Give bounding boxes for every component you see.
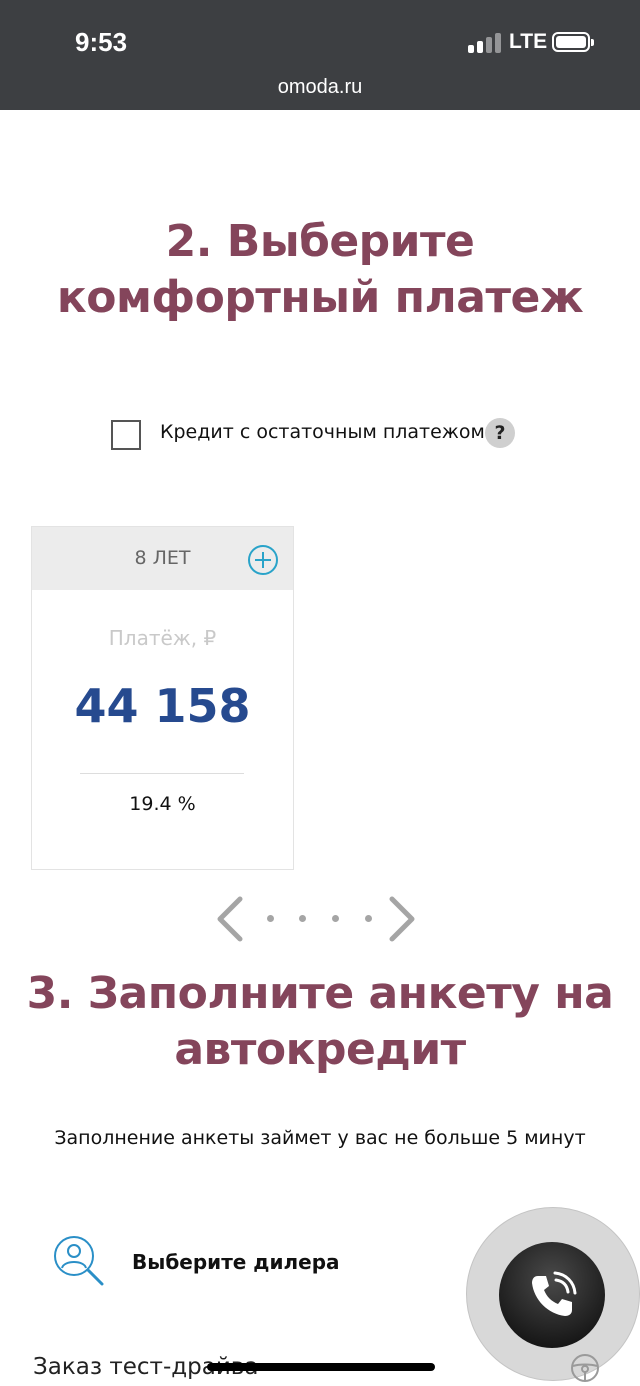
offer-card[interactable]: 8 ЛЕТ Платёж, ₽ 44 158 19.4 % — [31, 526, 294, 870]
interest-rate: 19.4 % — [129, 793, 196, 815]
carousel-pager — [210, 894, 425, 944]
question-icon[interactable]: ? — [485, 418, 515, 448]
status-time: 9:53 — [75, 27, 128, 57]
status-bar: 9:53 LTE omoda.ru — [0, 0, 640, 110]
network-type: LTE — [509, 30, 548, 53]
payment-label: Платёж, ₽ — [108, 626, 217, 650]
step3-heading-line2: автокредит — [174, 1024, 466, 1075]
choose-dealer-step[interactable]: Выберите дилера — [132, 1250, 340, 1274]
offer-card-header: 8 ЛЕТ — [32, 527, 293, 590]
step3-heading-line1: 3. Заполните анкету на — [26, 968, 614, 1019]
plus-circle-icon[interactable] — [247, 544, 279, 576]
step3-subtitle: Заполнение анкеты займет у вас не больше… — [54, 1127, 586, 1149]
payment-value: 44 158 — [74, 679, 251, 733]
steering-wheel-icon[interactable] — [569, 1352, 601, 1384]
residual-payment-checkbox[interactable] — [111, 420, 141, 450]
pager-dot[interactable] — [365, 915, 372, 922]
url-bar[interactable]: omoda.ru — [0, 76, 640, 99]
battery-icon — [552, 32, 594, 52]
chevron-left-icon[interactable] — [210, 894, 250, 944]
step3-heading: 3. Заполните анкету на автокредит — [0, 966, 640, 1078]
pager-dot[interactable] — [267, 915, 274, 922]
step2-heading: 2. Выберите комфортный платеж — [0, 214, 640, 326]
step2-heading-line1: 2. Выберите — [165, 216, 475, 267]
person-search-icon — [54, 1236, 104, 1286]
home-indicator — [207, 1363, 435, 1371]
step2-heading-line2: комфортный платеж — [56, 272, 584, 323]
card-divider — [80, 773, 244, 774]
residual-payment-label[interactable]: Кредит с остаточным платежом — [160, 421, 485, 443]
signal-icon — [468, 33, 502, 53]
chevron-right-icon[interactable] — [382, 894, 422, 944]
pager-dot[interactable] — [299, 915, 306, 922]
phone-call-icon[interactable] — [524, 1268, 580, 1324]
pager-dot[interactable] — [332, 915, 339, 922]
